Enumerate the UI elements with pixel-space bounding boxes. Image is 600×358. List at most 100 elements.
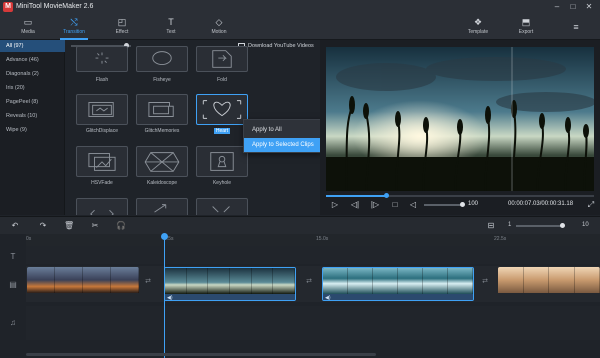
audio-icon[interactable]: 🎧 <box>116 221 126 231</box>
sunset-wheat-preview-image <box>326 47 594 191</box>
video-preview <box>326 47 594 191</box>
tab-transition[interactable]: ⤭ Transition <box>56 14 92 40</box>
playback-progress-bar[interactable] <box>326 193 594 198</box>
zoom-max-label: 10 <box>582 222 589 228</box>
transition-slot-icon[interactable]: ⇄ <box>302 277 316 289</box>
timeline-ruler[interactable]: 0s 7.5s 15.0s 22.5s <box>26 234 600 246</box>
volume-slider-handle[interactable] <box>460 202 465 207</box>
transition-fold[interactable] <box>196 46 248 72</box>
hamburger-menu-icon: ≡ <box>573 22 579 32</box>
category-reveals[interactable]: Reveals (10) <box>0 110 65 122</box>
tab-effect[interactable]: ◰ Effect <box>104 14 140 40</box>
category-advance[interactable]: Advance (46) <box>0 54 65 66</box>
title-bar: M MiniTool MovieMaker 2.6 – □ ✕ <box>0 0 600 14</box>
ruler-label: 22.5s <box>494 236 507 242</box>
transition-label: Kaleidoscope <box>146 180 178 186</box>
main-toolbar: ▭ Media ⤭ Transition ◰ Effect T Text ◇ M… <box>0 14 600 40</box>
transition-label: Flash <box>95 77 109 83</box>
transition-slot-icon[interactable]: ⇄ <box>478 277 492 289</box>
tab-motion[interactable]: ◇ Motion <box>201 14 237 40</box>
category-all[interactable]: All (97) <box>0 40 65 52</box>
redo-icon[interactable]: ↷ <box>38 221 48 231</box>
export-button[interactable]: ⬒ Export <box>508 14 544 40</box>
transition-slot-icon[interactable]: ⇄ <box>141 277 155 289</box>
fit-timeline-icon[interactable]: ⊟ <box>486 221 496 231</box>
video-track[interactable]: ⇄ ◀) ⇄ ◀) ⇄ <box>26 266 600 302</box>
tab-media[interactable]: ▭ Media <box>10 14 46 40</box>
timeline-toolbar: ↶ ↷ 🗑 ✂ 🎧 ⊟ 1 10 <box>0 216 600 234</box>
download-youtube-button[interactable]: Download YouTube Videos <box>238 41 314 51</box>
transition-label: GlitchDisplace <box>86 128 118 134</box>
transition-hsvfade[interactable] <box>76 146 128 177</box>
zoom-min-label: 1 <box>508 222 512 228</box>
transition-flash[interactable] <box>76 46 128 72</box>
speaker-icon: ◀) <box>325 295 331 301</box>
volume-value: 100 <box>468 201 479 207</box>
transition-categories: All (97) Advance (46) Diagonals (2) Iris… <box>0 40 65 215</box>
transition-fisheye[interactable] <box>136 46 188 72</box>
text-track-icon: T <box>10 252 16 261</box>
folder-icon: ▭ <box>23 17 33 27</box>
music-track[interactable] <box>26 306 600 340</box>
timecode: 00:00:07.03/00:00:31.18 <box>508 201 574 207</box>
text-track[interactable] <box>26 246 600 264</box>
transition-item[interactable] <box>136 198 188 215</box>
video-clip-desert[interactable] <box>498 267 600 301</box>
transition-item[interactable] <box>196 198 248 215</box>
zoom-slider-handle[interactable] <box>560 223 565 228</box>
ruler-label: 0s <box>26 236 32 242</box>
clip-audio-bar: ◀) <box>165 294 295 301</box>
transition-keyhole[interactable] <box>196 146 248 177</box>
transition-kaleidoscope[interactable] <box>136 146 188 177</box>
previous-frame-icon[interactable]: ◁| <box>350 200 360 210</box>
video-track-icon: ▤ <box>9 280 17 289</box>
playback-progress-fill <box>326 195 386 197</box>
menu-button[interactable]: ≡ <box>558 14 594 40</box>
transition-glitchmemories[interactable] <box>136 94 188 125</box>
timeline-tracks: T ▤ ⇄ ◀) ⇄ ◀) ⇄ ♫ <box>0 246 600 358</box>
effect-icon: ◰ <box>117 17 127 27</box>
timeline-horizontal-scrollbar[interactable] <box>26 353 376 356</box>
transition-label: Fisheye <box>153 77 171 83</box>
transition-glitchdisplace[interactable] <box>76 94 128 125</box>
ruler-label: 15.0s <box>316 236 329 242</box>
category-pagepeel[interactable]: PagePeel (8) <box>0 96 65 108</box>
fullscreen-icon[interactable]: ⤢ <box>586 200 596 210</box>
undo-icon[interactable]: ↶ <box>10 221 20 231</box>
video-clip-wheat[interactable]: ◀) <box>164 267 296 301</box>
video-clip-city[interactable] <box>27 267 139 301</box>
timeline-playhead[interactable] <box>161 233 168 358</box>
next-frame-icon[interactable]: |▷ <box>370 200 380 210</box>
minimize-icon[interactable]: – <box>552 2 562 12</box>
context-menu: Apply to All Apply to Selected Clips <box>243 119 324 153</box>
transition-heart[interactable] <box>196 94 248 125</box>
split-icon[interactable]: ✂ <box>90 221 100 231</box>
maximize-icon[interactable]: □ <box>568 2 578 12</box>
apply-to-all-menu-item[interactable]: Apply to All <box>244 123 324 137</box>
category-iris[interactable]: Iris (20) <box>0 82 65 94</box>
player-controls: ▷ ◁| |▷ □ ◁ 100 00:00:07.03/00:00:31.18 … <box>320 193 600 215</box>
transition-label-selected: Heart <box>213 128 231 134</box>
template-icon: ❖ <box>473 17 483 27</box>
zoom-slider[interactable] <box>516 225 564 227</box>
tab-text[interactable]: T Text <box>153 14 189 40</box>
close-icon[interactable]: ✕ <box>584 2 594 12</box>
category-diagonals[interactable]: Diagonals (2) <box>0 68 65 80</box>
speaker-icon: ◀) <box>167 295 173 301</box>
delete-icon[interactable]: 🗑 <box>64 221 74 231</box>
template-button[interactable]: ❖ Template <box>460 14 496 40</box>
transition-label: Keyhole <box>212 180 232 186</box>
volume-icon[interactable]: ◁ <box>408 200 418 210</box>
export-icon: ⬒ <box>521 17 531 27</box>
category-wipe[interactable]: Wipe (9) <box>0 124 65 136</box>
transition-item[interactable] <box>76 198 128 215</box>
volume-slider[interactable] <box>424 204 464 206</box>
video-clip-waterfall[interactable]: ◀) <box>322 267 474 301</box>
play-icon[interactable]: ▷ <box>330 200 340 210</box>
playback-progress-handle[interactable] <box>384 193 389 198</box>
clip-audio-bar: ◀) <box>323 294 473 301</box>
apply-to-selected-clips-menu-item[interactable]: Apply to Selected Clips <box>244 138 324 152</box>
motion-icon: ◇ <box>215 17 223 27</box>
stop-icon[interactable]: □ <box>390 200 400 210</box>
app-logo-icon: M <box>3 2 13 12</box>
